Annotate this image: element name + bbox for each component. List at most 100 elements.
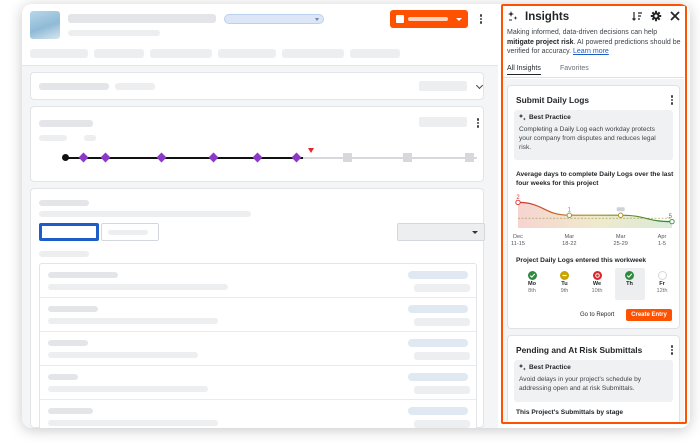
chart-x-tick-label: Apr 1-5	[650, 234, 674, 248]
day-name: We	[592, 281, 602, 287]
chart-x-tick-text: Apr	[657, 234, 667, 240]
row-title-placeholder	[48, 374, 78, 380]
milestone-diamond[interactable]	[252, 152, 263, 163]
chart-x-tick-text: Mar	[564, 234, 575, 240]
gear-icon[interactable]	[650, 10, 662, 22]
header-tab-5[interactable]	[282, 49, 344, 58]
row-action-placeholder[interactable]	[414, 352, 470, 360]
sparkle-icon	[518, 363, 526, 371]
project-status-select[interactable]	[224, 14, 324, 24]
more-options-icon[interactable]	[479, 13, 483, 27]
table-row[interactable]	[40, 366, 476, 400]
workweek-day-mo[interactable]: Mo 8th	[517, 268, 547, 300]
toggle-option[interactable]	[101, 223, 159, 241]
daily-log-trend-chart: 21.5	[515, 195, 675, 228]
table-row[interactable]	[40, 332, 476, 366]
chart-title: Average days to complete Daily Logs over…	[516, 171, 674, 187]
row-action-placeholder[interactable]	[414, 386, 470, 394]
row-action-placeholder[interactable]	[414, 284, 470, 292]
milestone-diamond[interactable]	[208, 152, 219, 163]
best-practice-box: Best Practice Avoid delays in your proje…	[514, 360, 673, 402]
header-tab-3[interactable]	[150, 49, 212, 58]
section-meta-placeholder	[115, 83, 155, 90]
day-date: 10th	[591, 288, 603, 294]
chart-x-tick-text: 25-29	[613, 241, 628, 247]
schedule-card	[30, 106, 484, 182]
empty-circle-icon	[657, 271, 667, 280]
row-status-placeholder	[408, 373, 468, 381]
more-options-icon[interactable]	[670, 94, 674, 108]
row-detail-placeholder	[48, 352, 198, 358]
create-entry-button[interactable]: Create Entry	[626, 309, 672, 321]
row-detail-placeholder	[48, 386, 208, 392]
learn-more-link[interactable]: Learn more	[573, 48, 609, 55]
row-action-placeholder[interactable]	[414, 318, 470, 326]
best-practice-text: Avoid delays in your project's schedule …	[519, 376, 642, 392]
chart-x-tick-text: 11-15	[511, 241, 525, 247]
insights-list: Submit Daily Logs Best Practice Completi…	[503, 79, 684, 422]
tab-favorites[interactable]: Favorites	[560, 65, 589, 72]
day-name: Mo	[527, 281, 537, 287]
day-name: Th	[626, 281, 633, 287]
description-bold-text: mitigate project risk	[507, 38, 574, 46]
chart-point[interactable]	[618, 212, 624, 218]
close-icon[interactable]	[669, 10, 681, 22]
table-row[interactable]	[40, 400, 476, 428]
header-tab-1[interactable]	[30, 49, 88, 58]
row-status-placeholder	[408, 407, 468, 415]
chart-x-tick-label: Mar 18-22	[557, 234, 581, 248]
section-action-placeholder[interactable]	[419, 81, 467, 91]
insights-description: Making informed, data-driven decisions c…	[507, 28, 685, 57]
chart-x-tick-label: Dec 11-15	[506, 234, 530, 248]
row-detail-placeholder	[48, 284, 228, 290]
chart-x-tick-label: Mar 25-29	[609, 234, 633, 248]
daily-logs-insight-card: Submit Daily Logs Best Practice Completi…	[507, 85, 680, 329]
workweek-day-tu[interactable]: Tu 9th	[550, 268, 580, 300]
row-title-placeholder	[48, 272, 118, 278]
project-header	[22, 4, 498, 66]
header-tab-4[interactable]	[218, 49, 276, 58]
more-options-icon[interactable]	[670, 344, 674, 358]
project-thumbnail	[30, 11, 60, 39]
table-row[interactable]	[40, 298, 476, 332]
go-to-report-button[interactable]: Go to Report	[580, 312, 614, 318]
day-date: 12th	[656, 288, 668, 294]
list-title-placeholder	[39, 200, 89, 206]
sort-icon[interactable]	[631, 10, 643, 22]
future-step-marker	[343, 153, 352, 162]
day-date	[615, 288, 645, 295]
create-icon	[396, 15, 404, 23]
workweek-day-th[interactable]: Th	[614, 268, 645, 300]
list-rows	[39, 263, 477, 428]
filter-select[interactable]	[397, 223, 485, 241]
row-action-placeholder[interactable]	[414, 420, 470, 428]
best-practice-box: Best Practice Completing a Daily Log eac…	[514, 110, 673, 160]
description-text: Making informed, data-driven decisions c…	[507, 29, 658, 36]
best-practice-label: Best Practice	[529, 114, 571, 121]
insights-tabs: All Insights Favorites	[503, 64, 684, 78]
milestone-diamond[interactable]	[78, 152, 89, 163]
project-title-placeholder	[68, 14, 216, 23]
create-button[interactable]	[390, 10, 468, 28]
card-title: Submit Daily Logs	[516, 95, 590, 105]
workweek-day-fr[interactable]: Fr 12th	[647, 268, 677, 300]
best-practice-label: Best Practice	[529, 364, 571, 371]
milestone-diamond[interactable]	[291, 152, 302, 163]
workweek-days: Mo 8th Tu 9th We 10th Th Fr 12th	[512, 268, 677, 302]
check-icon	[527, 271, 537, 280]
chevron-down-icon	[456, 18, 462, 21]
table-row[interactable]	[40, 264, 476, 298]
row-status-placeholder	[408, 271, 468, 279]
workweek-day-we[interactable]: We 10th	[582, 268, 612, 300]
card-title: Pending and At Risk Submittals	[516, 345, 643, 355]
milestone-diamond[interactable]	[156, 152, 167, 163]
sparkle-icon	[508, 11, 518, 21]
chevron-down-icon[interactable]	[475, 81, 484, 90]
header-tab-2[interactable]	[94, 49, 144, 58]
tab-all-insights[interactable]: All Insights	[507, 65, 541, 75]
row-detail-placeholder	[48, 318, 218, 324]
milestone-diamond[interactable]	[100, 152, 111, 163]
toggle-option-selected[interactable]	[39, 223, 99, 241]
chart-data-label: 2	[516, 195, 520, 201]
header-tab-6[interactable]	[350, 49, 400, 58]
